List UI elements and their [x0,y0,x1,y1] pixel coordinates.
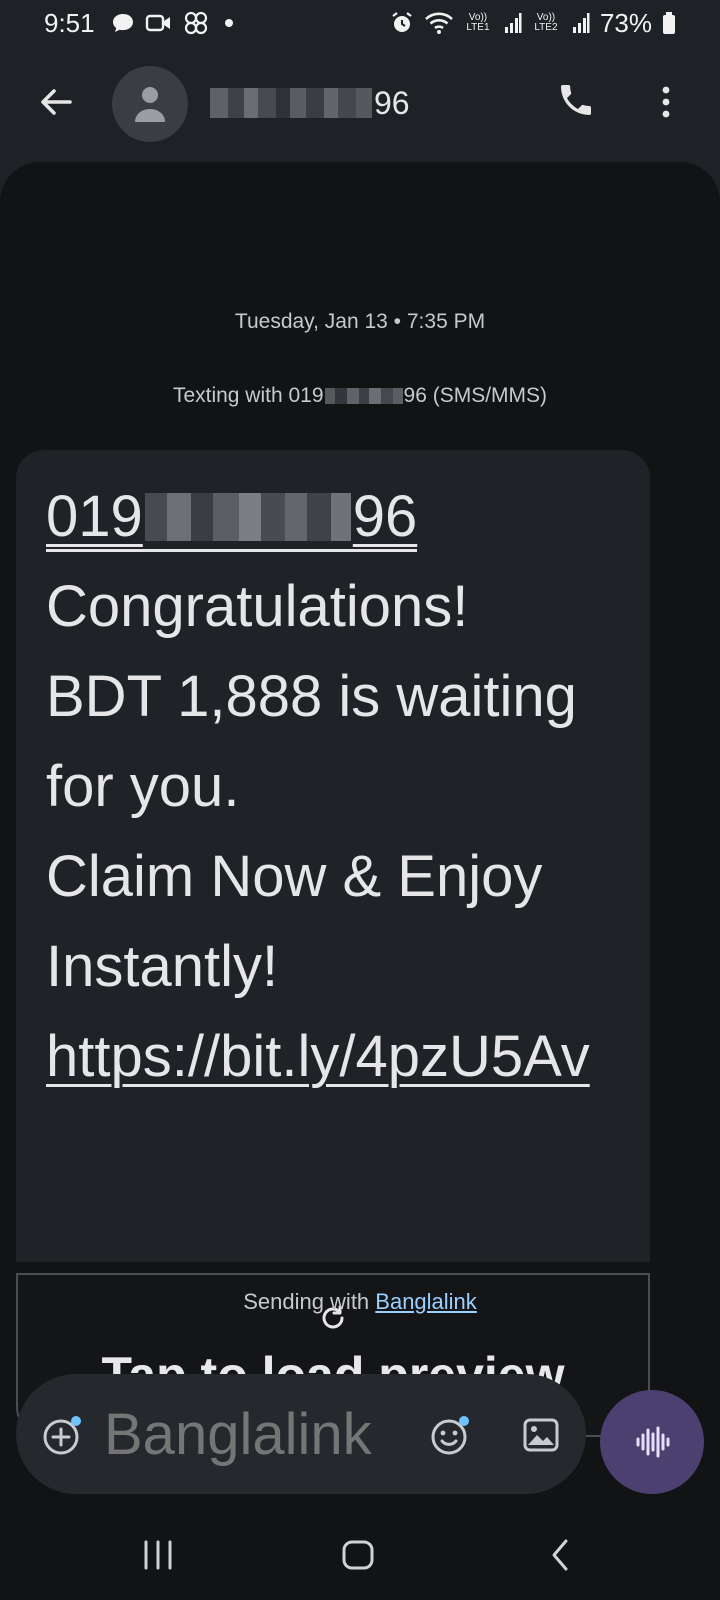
signal-sim2-icon [572,12,590,34]
message-phone-prefix: 019 [46,484,143,549]
system-nav-bar [0,1512,720,1600]
more-vert-icon [662,86,670,118]
recent-apps-icon [144,1540,172,1570]
back-button[interactable] [34,80,78,124]
voice-message-button[interactable] [600,1390,704,1494]
battery-icon [662,11,676,35]
battery-percent: 73% [599,7,652,38]
sending-carrier-link[interactable]: Banglalink [375,1289,477,1314]
chat-notification-icon [111,12,135,34]
contact-name-suffix: 96 [374,84,410,121]
message-phone-link[interactable]: 019 96 [46,484,418,552]
redacted-number-block [210,88,372,118]
compose-bar [16,1374,586,1494]
video-call-notification-icon [145,12,173,34]
status-bar: 9:51 Vo)) LTE1 Vo)) LTE2 73% [0,0,720,46]
redacted-number-block [144,493,351,541]
add-circle-icon [43,1416,81,1455]
texting-prefix: Texting with 019 [172,384,324,407]
redacted-number-block [324,388,403,405]
message-input[interactable] [104,1394,404,1474]
sending-with-label: Sending with Banglalink [0,1289,720,1315]
message-phone-suffix: 96 [352,484,418,549]
messages-screen: 9:51 Vo)) LTE1 Vo)) LTE2 73% 96 Tuesday,… [0,0,720,1600]
status-time: 9:51 [44,7,95,38]
attach-button[interactable] [40,1412,86,1458]
home-button[interactable] [340,1538,376,1577]
signal-sim1-icon [504,12,522,34]
emoji-icon [431,1416,469,1455]
message-line-5: Instantly! [46,934,279,999]
image-icon [523,1418,559,1452]
texting-with-label: Texting with 019 96 (SMS/MMS) [0,384,720,408]
sim2-tech-label: Vo)) LTE2 [534,12,558,33]
contact-name[interactable]: 96 [210,82,410,124]
alarm-icon [390,11,414,35]
message-line-3: for you. [46,754,240,819]
message-date: Tuesday, Jan 13 • 7:35 PM [234,310,486,333]
gallery-button[interactable] [518,1412,564,1458]
status-right: Vo)) LTE1 Vo)) LTE2 73% [390,8,676,39]
system-back-button[interactable] [548,1538,572,1577]
message-body: 019 96 Congratulations! BDT 1,888 is wait… [46,472,646,1102]
arrow-left-icon [41,89,72,115]
home-icon [342,1540,374,1570]
message-line-4: Claim Now & Enjoy [46,844,543,909]
recent-apps-button[interactable] [140,1538,176,1577]
texting-suffix: 96 (SMS/MMS) [403,384,548,407]
emoji-button[interactable] [428,1412,474,1458]
call-button[interactable] [556,80,600,124]
phone-icon [561,85,591,115]
more-notifications-dot [224,19,233,27]
voice-waveform-icon [636,1426,670,1458]
pinwheel-notification-icon [183,10,209,36]
app-bar: 96 [0,58,720,148]
contact-avatar[interactable] [112,66,188,142]
sending-prefix: Sending with [243,1289,376,1314]
message-bubble[interactable]: 019 96 Congratulations! BDT 1,888 is wait… [16,450,650,1262]
conversation-panel: Tuesday, Jan 13 • 7:35 PM Texting with 0… [0,162,720,1512]
message-line-1: Congratulations! [46,574,469,639]
person-icon [135,87,165,122]
sim1-tech-label: Vo)) LTE1 [466,12,490,33]
more-options-button[interactable] [650,80,682,124]
wifi-icon [424,11,454,35]
status-left: 9:51 [44,8,233,39]
chevron-left-icon [552,1539,568,1571]
message-url-link[interactable]: https://bit.ly/4pzU5Av [46,1024,590,1089]
message-line-2: BDT 1,888 is waiting [46,664,577,729]
